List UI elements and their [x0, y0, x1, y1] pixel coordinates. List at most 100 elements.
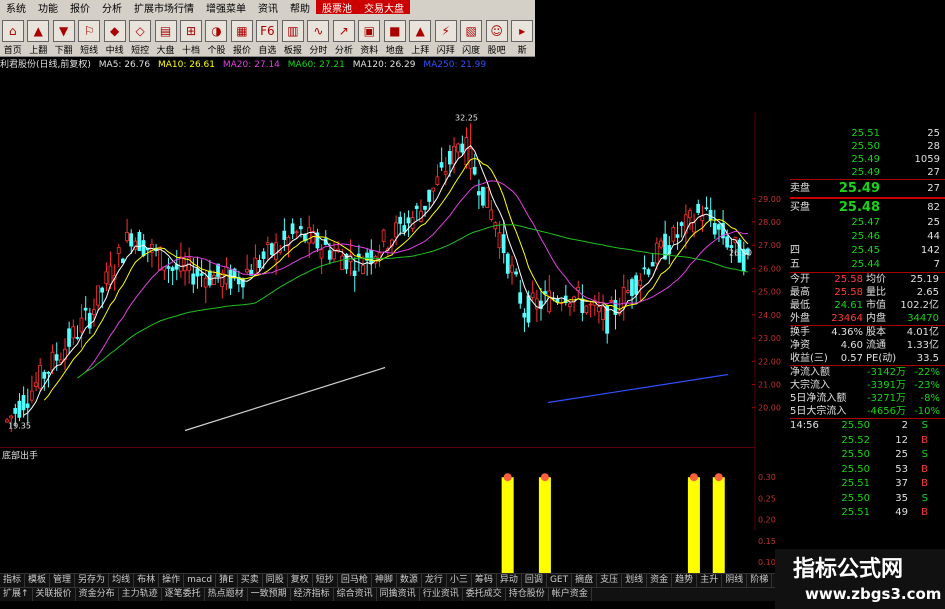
indicator-tab[interactable]: 主升: [697, 574, 723, 587]
toolbar-button-3[interactable]: ⚐ 短线: [77, 20, 101, 56]
info-tab[interactable]: 行业资讯: [420, 588, 463, 601]
menu-item[interactable]: 报价: [64, 0, 96, 15]
toolbar-button-20[interactable]: ▸ 斯: [510, 20, 534, 56]
info-tab[interactable]: 同擒资讯: [377, 588, 420, 601]
info-tab[interactable]: 资金分布: [76, 588, 119, 601]
toolbar-button-13[interactable]: ↗ 分析: [332, 20, 355, 56]
candle-body: [141, 240, 146, 256]
flow-key: 大宗流入: [790, 380, 830, 391]
indicator-tab[interactable]: 异动: [497, 574, 522, 587]
candle-body: [327, 250, 332, 260]
info-tab[interactable]: 经济指标: [291, 588, 334, 601]
area-icon: ■: [383, 20, 406, 42]
toolbar-button-2[interactable]: ▼ 下翻: [52, 20, 75, 56]
candle-body: [642, 267, 647, 270]
candle-body: [265, 242, 270, 245]
indicator-tab[interactable]: 买卖: [238, 574, 263, 587]
toolbar-button-18[interactable]: ▧ 闪度: [459, 20, 483, 56]
indicator-tab[interactable]: 布林: [134, 574, 160, 587]
info-tab[interactable]: 持仓股份: [506, 588, 549, 601]
toolbar-button-4[interactable]: ◆ 中线: [103, 20, 126, 56]
sell-level-label: [790, 140, 825, 153]
indicator-bar: [687, 477, 700, 573]
toolbar-button-17[interactable]: ⚡ 闪拜: [434, 20, 457, 56]
info-tab[interactable]: 一致预期: [248, 588, 291, 601]
indicator-tab[interactable]: GET: [547, 574, 573, 587]
y-tick-label: 24.00: [758, 311, 781, 320]
toolbar-button-9[interactable]: ▦ 报价: [230, 20, 253, 56]
info-tab[interactable]: 逐笔委托: [162, 588, 205, 601]
quote-panel: 25.51 25 25.50 28 25.49 1059 25.49 27 卖盘 25.49 27 买…: [790, 57, 945, 597]
indicator-bar: [538, 477, 551, 573]
indicator-tab[interactable]: 均线: [109, 574, 135, 587]
info-tab[interactable]: 综合资讯: [334, 588, 377, 601]
indicator-tab[interactable]: 回调: [522, 574, 547, 587]
menu-item[interactable]: 帮助: [284, 0, 316, 15]
indicator-tab[interactable]: 筹码: [472, 574, 497, 587]
menu-item[interactable]: 资讯: [252, 0, 284, 15]
y-tick-label: 27.00: [758, 241, 781, 250]
indicator-tab[interactable]: 指标: [0, 574, 26, 587]
indicator-tab[interactable]: 回马枪: [338, 574, 372, 587]
indicator-tab[interactable]: 阴线: [722, 574, 748, 587]
toolbar-button-1[interactable]: ▲ 上翻: [26, 20, 50, 56]
info-tab[interactable]: 扩展↑: [0, 588, 33, 601]
toolbar-button-5[interactable]: ◇ 短控: [128, 20, 152, 56]
menu-item[interactable]: 增强菜单: [200, 0, 252, 15]
info-tab[interactable]: 热点题材: [205, 588, 248, 601]
toolbar-button-0[interactable]: ⌂ 首页: [1, 20, 24, 56]
menu-item[interactable]: 扩展市场行情: [128, 0, 200, 15]
indicator-tab[interactable]: 龙行: [422, 574, 447, 587]
stat-key: 收益(三): [790, 353, 828, 364]
info-tab[interactable]: 帐户资金: [549, 588, 592, 601]
indicator-tab[interactable]: 同股: [263, 574, 288, 587]
sell-level: 25.50 28: [790, 140, 945, 153]
indicator-tab[interactable]: 另存为: [75, 574, 110, 587]
indicator-tab[interactable]: 管理: [50, 574, 76, 587]
indicator-tab[interactable]: 模板: [25, 574, 51, 587]
indicator-tab[interactable]: 猜E: [216, 574, 238, 587]
menu-item[interactable]: 分析: [96, 0, 128, 15]
toolbar-button-8[interactable]: ◑ 个股: [205, 20, 228, 56]
indicator-tab[interactable]: 短抄: [313, 574, 338, 587]
toolbar-button-12[interactable]: ∿ 分时: [307, 20, 330, 56]
indicator-tab[interactable]: 支压: [597, 574, 623, 587]
toolbar-button-19[interactable]: ☺ 股吧: [485, 20, 508, 56]
sell-price-main: 25.49: [838, 181, 880, 196]
indicator-tab[interactable]: 划线: [622, 574, 648, 587]
indicator-tab[interactable]: 趋势: [672, 574, 698, 587]
indicator-tab[interactable]: 神脚: [372, 574, 397, 587]
price-chart[interactable]: 29.00 28.00 27.00 26.00 25.00 24.00 23.00 22.00…: [0, 70, 790, 573]
indicator-tab[interactable]: 数源: [397, 574, 422, 587]
menu-item[interactable]: 功能: [32, 0, 64, 15]
toolbar-button-10[interactable]: F6 自选: [256, 20, 279, 56]
stock-title: 利君股份(日线,前复权): [0, 60, 91, 70]
indicator-tab[interactable]: 摘盘: [572, 574, 598, 587]
toolbar-button-6[interactable]: ▤ 大盘: [154, 20, 177, 56]
menu-item[interactable]: 交易大盘: [358, 0, 410, 15]
indicator-tab[interactable]: 阶梯: [747, 574, 773, 587]
tick-side: B: [921, 507, 928, 518]
info-tab[interactable]: 关联报价: [33, 588, 76, 601]
indicator-tab[interactable]: 小三: [447, 574, 472, 587]
toolbar-button-16[interactable]: ▲ 上拜: [409, 20, 432, 56]
ma120-label: MA120: 26.29: [352, 60, 416, 70]
stat-row: 最高 25.58 量比 2.65: [790, 286, 945, 299]
menu-item[interactable]: 系统: [0, 0, 32, 15]
indicator-tab[interactable]: 资金: [647, 574, 673, 587]
indicator-marker: [689, 473, 698, 482]
tick-time: [790, 492, 830, 507]
indicator-tab[interactable]: 操作: [159, 574, 185, 587]
info-tab[interactable]: 主力轨迹: [119, 588, 162, 601]
toolbar-button-11[interactable]: ▥ 板报: [281, 20, 304, 56]
toolbar-button-14[interactable]: ▣ 资料: [358, 20, 381, 56]
toolbar-button-7[interactable]: ⊞ 十档: [179, 20, 203, 56]
menu-item[interactable]: 股票池: [316, 0, 358, 15]
indicator-tab[interactable]: macd: [184, 574, 217, 587]
toolbar-button-15[interactable]: ■ 地盘: [383, 20, 406, 56]
stat-key: 最高: [790, 287, 810, 298]
indicator-tab[interactable]: 复权: [288, 574, 313, 587]
price-low-label: 19.35: [8, 422, 31, 431]
tick-time: 14:56: [790, 420, 819, 431]
info-tab[interactable]: 委托成交: [463, 588, 506, 601]
